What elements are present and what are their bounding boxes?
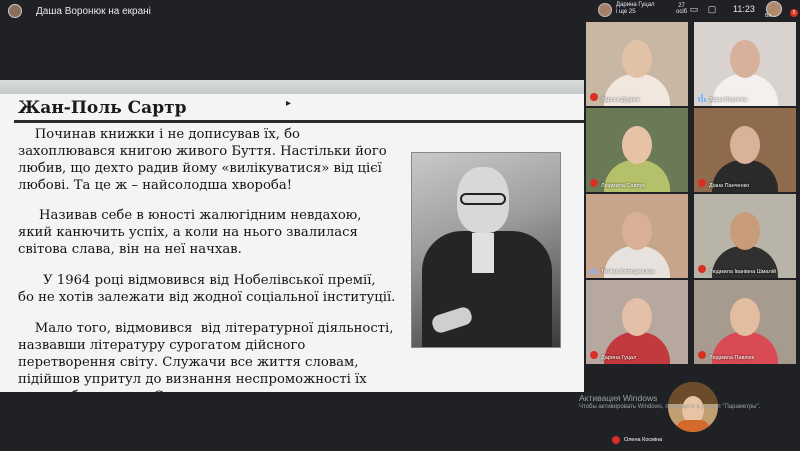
speaker-avatar	[598, 3, 612, 17]
presentation-slide: Жан-Поль Сартр Починав книжки і не допис…	[0, 80, 584, 392]
speaker-info: Дарина Гуцал і ще 25	[616, 2, 655, 16]
mic-off-icon	[590, 93, 598, 101]
mic-off-icon	[698, 179, 706, 187]
mic-off-icon	[698, 265, 706, 273]
mouse-cursor-icon: ▸	[286, 98, 292, 109]
speaker-sub: і ще 25	[616, 9, 636, 15]
slide-title: Жан-Поль Сартр	[18, 98, 187, 118]
slide-paragraph-2: Називав себе в юності жалюгідним невдахо…	[18, 208, 362, 257]
windows-activation-watermark: Активация Windows Чтобы активировать Win…	[579, 393, 761, 411]
participant-name: Даша Воронюк	[709, 97, 748, 103]
participant-count[interactable]: 27 осіб	[676, 3, 687, 15]
participant-tile[interactable]: Людмила Іванівна Шмалій	[694, 194, 796, 278]
participant-tile[interactable]: Лариса Дудник	[586, 22, 688, 106]
slide-paragraph-4: Мало того, відмовився від літературної д…	[18, 321, 394, 392]
chat-icon[interactable]: ▭	[689, 4, 699, 14]
speaking-indicator-icon	[698, 94, 706, 102]
presenter-label: Даша Воронюк на екрані	[36, 5, 151, 17]
participant-name: Лариса Дудник	[601, 97, 640, 103]
participant-tile[interactable]: Людмила Павлюк	[694, 280, 796, 364]
mic-off-icon	[698, 351, 706, 359]
participant-name: Людмила Іванівна Шмалій	[709, 269, 777, 275]
participant-tile[interactable]: Даша Воронюк	[694, 22, 796, 106]
participant-tile[interactable]: Тетяна Капищинская	[586, 194, 688, 278]
mic-off-icon	[590, 179, 598, 187]
participant-tile[interactable]: Дарина Гуцал	[586, 280, 688, 364]
presenter-bar: Даша Воронюк на екрані	[0, 0, 590, 22]
speaking-indicator-icon	[590, 266, 598, 274]
participant-name: Людмила Савлук	[601, 183, 645, 189]
clock: 11:23	[733, 4, 755, 14]
presenter-avatar	[8, 4, 22, 18]
slide-top-band	[0, 80, 584, 94]
slide-paragraph-1: Починав книжки і не дописував їх, бо зах…	[18, 127, 387, 193]
speaker-name: Дарина Гуцал	[616, 2, 655, 8]
notification-badge: 5	[790, 9, 798, 17]
participant-name: Тетяна Капищинская	[601, 269, 655, 275]
meet-window: Даша Воронюк на екрані Жан-Поль Сартр По…	[0, 0, 800, 451]
participant-tile[interactable]: Діана Панченко	[694, 108, 796, 192]
sartre-portrait	[411, 152, 561, 348]
participant-name: Діана Панченко	[709, 183, 750, 189]
activities-icon[interactable]: ▢	[707, 4, 717, 14]
participant-name: Дарина Гуцал	[601, 355, 637, 361]
participant-name: Людмила Павлюк	[709, 355, 755, 361]
participant-tile[interactable]: Людмила Савлук	[586, 108, 688, 192]
mic-off-icon	[612, 436, 620, 444]
self-label: Ви	[765, 13, 772, 19]
participant-name: Олена Косміна	[624, 437, 663, 443]
slide-paragraph-3: У 1964 році відмовився від Нобелівської …	[18, 273, 396, 305]
slide-title-rule	[14, 120, 584, 123]
mic-off-icon	[590, 351, 598, 359]
